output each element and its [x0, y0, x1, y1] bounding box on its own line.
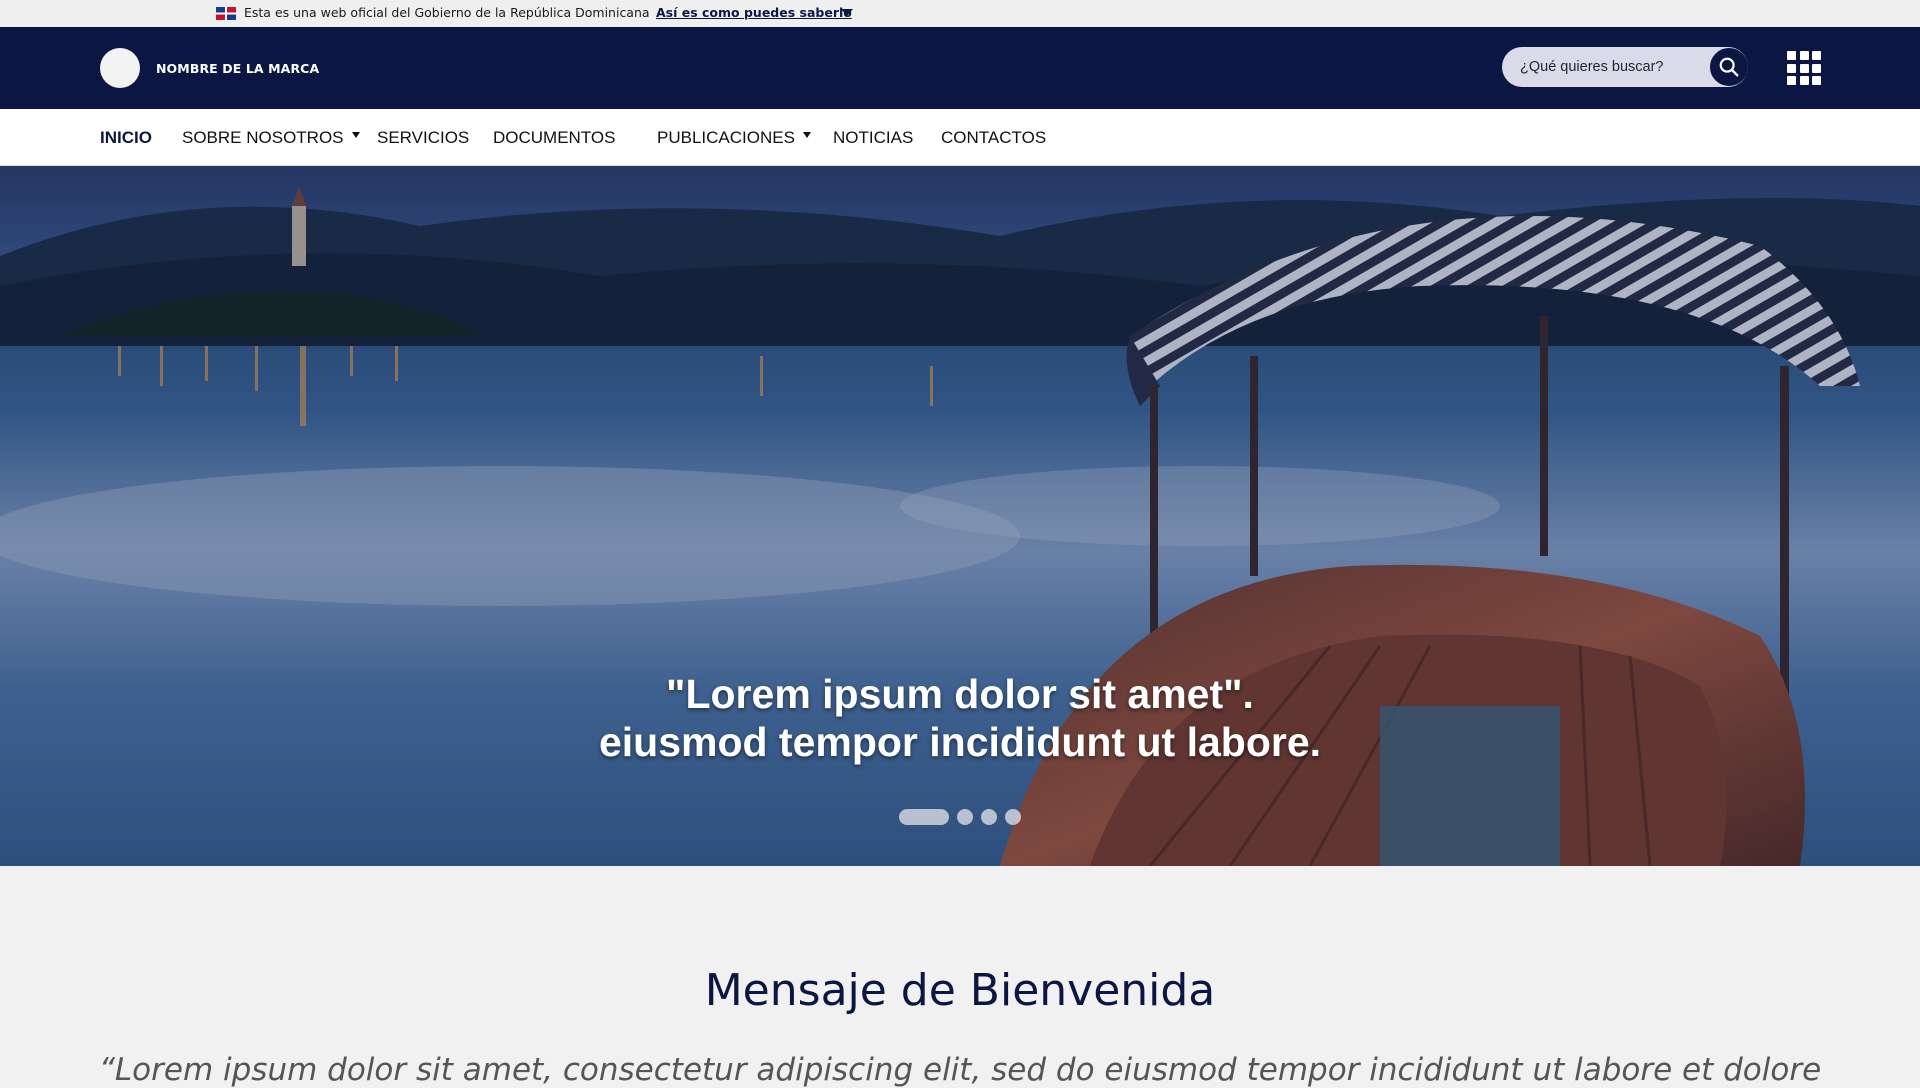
nav-item-inicio[interactable]: INICIO — [100, 109, 152, 166]
nav-item-sobre-nosotros[interactable]: SOBRE NOSOTROS — [182, 109, 360, 166]
search-button[interactable] — [1710, 48, 1748, 86]
nav-item-publicaciones[interactable]: PUBLICACIONES — [657, 109, 811, 166]
hero-caption-line2: eiusmod tempor incididunt ut labore. — [598, 719, 1322, 765]
nav-item-label: PUBLICACIONES — [657, 127, 795, 147]
slider-dot-3[interactable] — [981, 809, 997, 825]
nav-item-documentos[interactable]: DOCUMENTOS — [493, 109, 615, 166]
nav-item-label: SERVICIOS — [377, 127, 470, 147]
caret-down-icon — [802, 131, 811, 138]
caret-down-icon[interactable] — [841, 9, 853, 16]
nav-item-label: NOTICIAS — [833, 127, 914, 147]
slider-dots — [0, 809, 1920, 825]
slider-dot-1[interactable] — [899, 809, 949, 825]
welcome-title: Mensaje de Bienvenida — [704, 965, 1216, 1016]
apps-grid-icon[interactable] — [1787, 51, 1821, 85]
site-header: NOMBRE DE LA MARCA — [0, 27, 1920, 109]
slider-dot-4[interactable] — [1005, 809, 1021, 825]
nav-item-label: CONTACTOS — [941, 127, 1047, 147]
nav-item-label: SOBRE NOSOTROS — [182, 127, 344, 147]
hero-caption-line1: "Lorem ipsum dolor sit amet". — [666, 671, 1254, 717]
dominican-flag-icon — [216, 7, 236, 20]
welcome-quote: “Lorem ipsum dolor sit amet, consectetur… — [98, 1052, 1822, 1088]
brand-name[interactable]: NOMBRE DE LA MARCA — [156, 61, 319, 76]
search-box — [1502, 47, 1748, 87]
slider-dot-2[interactable] — [957, 809, 973, 825]
search-icon — [1719, 57, 1739, 77]
gov-banner: Esta es una web oficial del Gobierno de … — [0, 0, 1920, 27]
hero-caption: "Lorem ipsum dolor sit amet". eiusmod te… — [0, 670, 1920, 766]
search-input[interactable] — [1520, 47, 1700, 87]
brand-logo[interactable] — [100, 48, 140, 88]
main-nav: INICIO SOBRE NOSOTROS SERVICIOS DOCUMENT… — [0, 109, 1920, 166]
hero-slider: "Lorem ipsum dolor sit amet". eiusmod te… — [0, 166, 1920, 866]
caret-down-icon — [351, 131, 360, 138]
nav-item-label: INICIO — [100, 127, 152, 147]
nav-item-noticias[interactable]: NOTICIAS — [833, 109, 913, 166]
gov-banner-link[interactable]: Así es como puedes saberlo — [656, 5, 852, 20]
nav-item-contactos[interactable]: CONTACTOS — [941, 109, 1046, 166]
nav-item-servicios[interactable]: SERVICIOS — [377, 109, 469, 166]
nav-item-label: DOCUMENTOS — [493, 127, 616, 147]
gov-banner-text: Esta es una web oficial del Gobierno de … — [244, 5, 650, 20]
